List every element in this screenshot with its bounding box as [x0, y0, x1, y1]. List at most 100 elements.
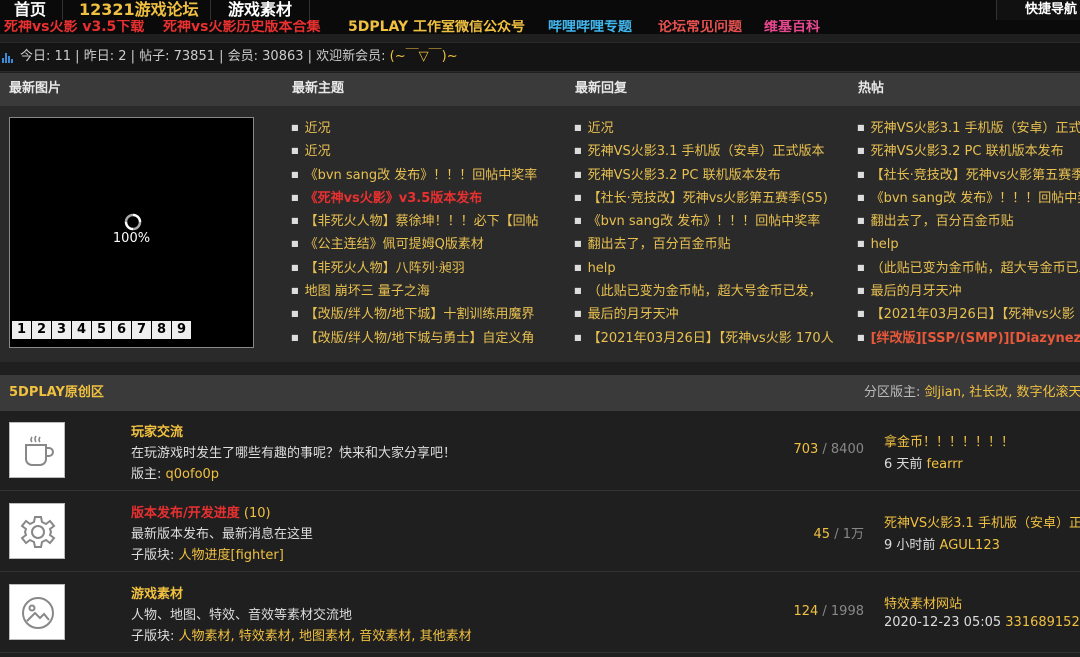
nav-divider	[210, 0, 211, 22]
nav-forum[interactable]: 12321游戏论坛	[79, 0, 199, 22]
thread-link[interactable]: [绊改版][SSP/(SMP)][Diazynez	[857, 328, 1080, 351]
slide-page-button[interactable]: 5	[92, 321, 111, 339]
quick-nav-button[interactable]: 快捷导航	[996, 0, 1080, 22]
section-header: 5DPLAY原创区 分区版主: 剑jian, 社长改, 数字化滚天	[0, 375, 1080, 411]
slide-page-button[interactable]: 3	[52, 321, 71, 339]
thread-link[interactable]: 【2021年03月26日】【死神vs火影 170人	[857, 304, 1080, 327]
thread-link[interactable]: （此贴已变为金币帖，超大号金币已发，	[857, 258, 1080, 281]
forum-stats-bar: 今日: 11 | 昨日: 2 | 帖子: 73851 | 会员: 30863 |…	[0, 42, 1080, 72]
last-post-meta: 2020-12-23 05:05 3316891527	[884, 615, 1080, 630]
thread-link[interactable]: 翻出去了，百分百金币贴	[574, 234, 849, 257]
thread-link[interactable]: 《死神vs火影》v3.5版本发布	[291, 188, 566, 211]
thread-link[interactable]: 死神VS火影3.2 PC 联机版本发布	[574, 165, 849, 188]
last-post-meta: 6 天前 fearrr	[884, 457, 963, 472]
moderator-links[interactable]: 剑jian, 社长改, 数字化滚天	[925, 385, 1080, 400]
slide-page-button[interactable]: 7	[132, 321, 151, 339]
thread-link[interactable]: 最后的月牙天冲	[574, 304, 849, 327]
thread-link[interactable]: （此贴已变为金币帖，超大号金币已发，	[574, 281, 849, 304]
thread-link[interactable]: 最后的月牙天冲	[857, 281, 1080, 304]
thread-link[interactable]: 【非死火人物】八阵列·昶羽	[291, 258, 566, 281]
thread-link[interactable]: 地图 崩坏三 量子之海	[291, 281, 566, 304]
ticker-link[interactable]: 死神vs火影 v3.5下载	[4, 20, 144, 34]
thread-link[interactable]: 【非死火人物】蔡徐坤！！！必下【回帖	[291, 211, 566, 234]
ticker-link[interactable]: 论坛常见问题	[658, 20, 742, 34]
subforum-link[interactable]: 人物素材, 特效素材, 地图素材, 音效素材, 其他素材	[179, 629, 472, 644]
forum-name[interactable]: 玩家交流	[131, 421, 183, 440]
forum-row: 版本发布/开发进度 (10) 最新版本发布、最新消息在这里 子版块: 人物进度[…	[0, 492, 1080, 572]
thread-link[interactable]: 近况	[291, 141, 566, 164]
slide-page-button[interactable]: 2	[32, 321, 51, 339]
forum-description: 人物、地图、特效、音效等素材交流地	[131, 608, 353, 623]
ticker-link[interactable]: 哔哩哔哩专题	[548, 20, 632, 34]
last-post-meta: 9 小时前 AGUL123	[884, 538, 1000, 553]
last-post-user[interactable]: 3316891527	[1005, 615, 1080, 630]
thread-link[interactable]: 近况	[574, 118, 849, 141]
latest-replies-title: 最新回复	[575, 81, 628, 96]
last-post-user[interactable]: fearrr	[927, 457, 963, 472]
forum-counts: 45 / 1万	[813, 527, 864, 542]
forum-row: 游戏素材 人物、地图、特效、音效等素材交流地 子版块: 人物素材, 特效素材, …	[0, 573, 1080, 653]
thread-link[interactable]: 【改版/绊人物/地下城】十割训练用魔界	[291, 304, 566, 327]
thread-link[interactable]: 《bvn sang改 发布》！！！回帖中奖率	[291, 165, 566, 188]
slide-page-button[interactable]: 9	[172, 321, 191, 339]
newest-member-link[interactable]: (~￣▽￣)~	[390, 49, 458, 64]
thread-link[interactable]: 翻出去了，百分百金币贴	[857, 211, 1080, 234]
thread-link[interactable]: 近况	[291, 118, 566, 141]
thread-link[interactable]: 【社长·竞技改】死神vs火影第五赛季(S5)	[857, 165, 1080, 188]
thread-link[interactable]: help	[857, 234, 1080, 257]
announcement-ticker: 死神vs火影 v3.5下载 死神vs火影历史版本合集 5DPLAY 工作室微信公…	[0, 20, 1080, 34]
thread-link[interactable]: 死神VS火影3.1 手机版（安卓）正式版本	[857, 118, 1080, 141]
thread-link[interactable]: 【社长·竞技改】死神vs火影第五赛季(S5)	[574, 188, 849, 211]
section-title[interactable]: 5DPLAY原创区	[9, 375, 104, 410]
latest-topics-title: 最新主题	[292, 81, 345, 96]
forum-name[interactable]: 游戏素材	[131, 583, 183, 602]
latest-replies-list: 近况死神VS火影3.1 手机版（安卓）正式版本死神VS火影3.2 PC 联机版本…	[574, 118, 849, 351]
latest-topics-list: 近况近况《bvn sang改 发布》！！！回帖中奖率《死神vs火影》v3.5版本…	[291, 118, 566, 351]
slideshow-pager: 1 2 3 4 5 6 7 8 9	[12, 321, 192, 340]
image-slideshow[interactable]: 100% 1 2 3 4 5 6 7 8 9	[9, 117, 254, 348]
last-post-title[interactable]: 特效素材网站	[884, 593, 962, 612]
forum-row: 玩家交流 在玩游戏时发生了哪些有趣的事呢？快来和大家分享吧！ 版主: q0ofo…	[0, 411, 1080, 491]
subforum-list: 子版块: 人物进度[fighter]	[131, 548, 284, 563]
thread-link[interactable]: 《bvn sang改 发布》！！！回帖中奖率	[857, 188, 1080, 211]
loading-icon	[124, 213, 142, 231]
moderator-link[interactable]: q0ofo0p	[166, 467, 220, 482]
last-post-title[interactable]: 死神VS火影3.1 手机版（安卓）正式版本	[884, 512, 1080, 531]
latest-images-title: 最新图片	[9, 81, 62, 96]
thread-link[interactable]: 死神VS火影3.1 手机版（安卓）正式版本	[574, 141, 849, 164]
forum-counts: 124 / 1998	[793, 604, 864, 619]
portal-panel-body: 100% 1 2 3 4 5 6 7 8 9 近况近况《bvn sang改 发布…	[0, 106, 1080, 362]
cup-icon[interactable]	[9, 422, 65, 478]
thread-link[interactable]: 《bvn sang改 发布》！！！回帖中奖率	[574, 211, 849, 234]
ticker-link[interactable]: 5DPLAY 工作室微信公众号	[348, 20, 525, 34]
ticker-link[interactable]: 维基百科	[764, 20, 820, 34]
ticker-link[interactable]: 死神vs火影历史版本合集	[163, 20, 320, 34]
gear-icon[interactable]	[9, 503, 65, 559]
thread-link[interactable]: 死神VS火影3.2 PC 联机版本发布	[857, 141, 1080, 164]
forum-counts: 703 / 8400	[793, 442, 864, 457]
thread-link[interactable]: 【2021年03月26日】【死神vs火影 170人	[574, 328, 849, 351]
slide-page-button[interactable]: 8	[152, 321, 171, 339]
subforum-list: 子版块: 人物素材, 特效素材, 地图素材, 音效素材, 其他素材	[131, 629, 472, 644]
slide-page-button[interactable]: 4	[72, 321, 91, 339]
hot-posts-list: 死神VS火影3.1 手机版（安卓）正式版本死神VS火影3.2 PC 联机版本发布…	[857, 118, 1080, 351]
top-navigation-bar: 首页 12321游戏论坛 游戏素材 快捷导航	[0, 0, 1080, 22]
forum-moderator: 版主: q0ofo0p	[131, 467, 220, 482]
slide-page-button[interactable]: 1	[12, 321, 31, 339]
slide-page-button[interactable]: 6	[112, 321, 131, 339]
thread-link[interactable]: help	[574, 258, 849, 281]
last-post-title[interactable]: 拿金币！！！！！！！	[884, 431, 1014, 450]
loading-percent: 100%	[112, 231, 151, 246]
bar-chart-icon	[2, 53, 13, 63]
nav-home[interactable]: 首页	[14, 0, 46, 22]
image-icon[interactable]	[9, 584, 65, 640]
thread-link[interactable]: 【改版/绊人物/地下城与勇士】自定义角	[291, 328, 566, 351]
nav-materials[interactable]: 游戏素材	[228, 0, 292, 22]
forum-name[interactable]: 版本发布/开发进度 (10)	[131, 502, 271, 521]
thread-link[interactable]: 《公主连结》佩可提姆Q版素材	[291, 234, 566, 257]
forum-description: 在玩游戏时发生了哪些有趣的事呢？快来和大家分享吧！	[131, 446, 457, 461]
subforum-link[interactable]: 人物进度[fighter]	[179, 548, 284, 563]
nav-divider	[309, 0, 310, 22]
last-post-user[interactable]: AGUL123	[940, 538, 1000, 553]
hot-posts-title: 热帖	[858, 81, 885, 96]
